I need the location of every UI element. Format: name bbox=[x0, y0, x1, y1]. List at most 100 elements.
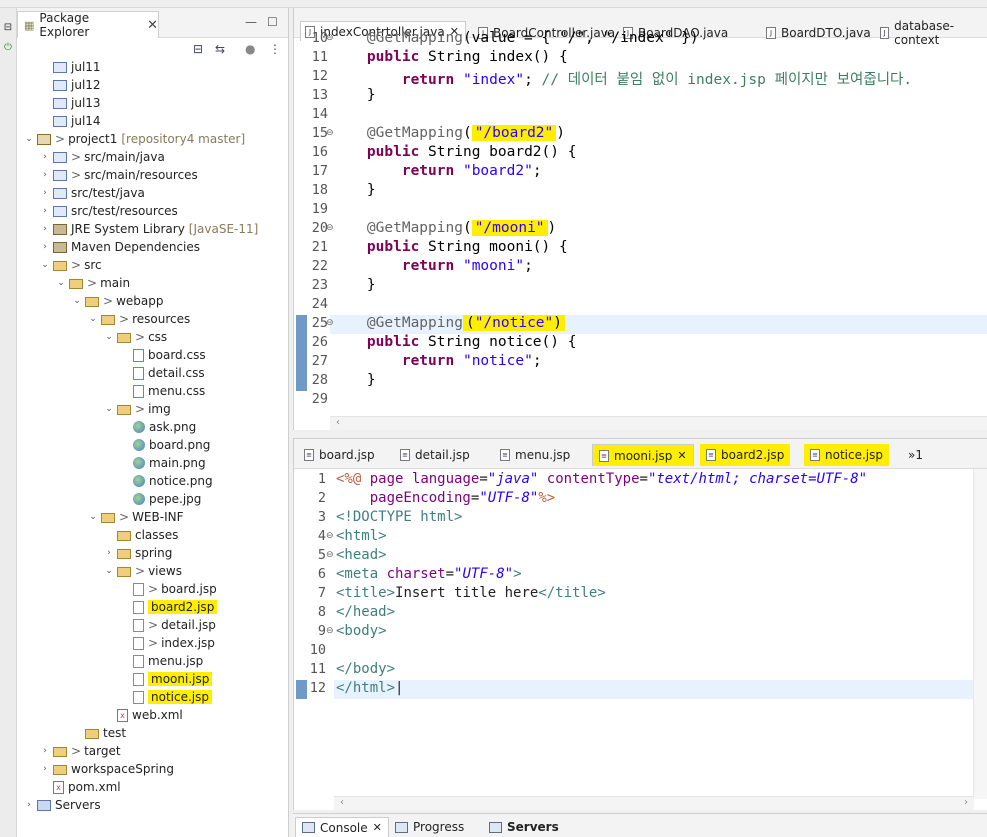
scroll-left-icon[interactable]: ‹ bbox=[336, 417, 340, 428]
tree-item[interactable]: ⌄ > views bbox=[103, 562, 182, 580]
tree-item[interactable]: menu.jsp bbox=[119, 652, 203, 670]
tree-item[interactable]: ⌄ > project1 [repository4 master] bbox=[23, 130, 245, 148]
tree-item[interactable]: › > src/main/java bbox=[39, 148, 165, 166]
expand-down-icon[interactable]: ⌄ bbox=[55, 278, 67, 288]
tree-item[interactable]: › src/test/resources bbox=[39, 202, 178, 220]
jsp-editor-tab[interactable]: ≡ board2.jsp bbox=[700, 444, 791, 466]
expand-right-icon[interactable]: › bbox=[39, 188, 51, 198]
tree-item[interactable]: main.png bbox=[119, 454, 206, 472]
editor-tab[interactable]: J BoardDTO.java bbox=[762, 24, 871, 42]
jsp-vertical-scrollbar[interactable] bbox=[973, 469, 987, 799]
editor-horizontal-scrollbar[interactable]: ‹ bbox=[330, 416, 987, 430]
tree-item[interactable]: › src/test/java bbox=[39, 184, 145, 202]
view-menu-icon[interactable]: ⋮ bbox=[269, 42, 281, 56]
tree-item[interactable]: > board.jsp bbox=[119, 580, 217, 598]
editor-tab[interactable]: Jdatabase-context bbox=[876, 19, 987, 47]
expand-right-icon[interactable]: › bbox=[39, 746, 51, 756]
tree-item[interactable]: jul11 bbox=[39, 58, 101, 76]
focus-icon[interactable]: ● bbox=[245, 42, 255, 56]
tree-item[interactable]: ⌄ > img bbox=[103, 400, 170, 418]
tree-item[interactable]: ⌄ > main bbox=[55, 274, 130, 292]
tree-item[interactable]: x web.xml bbox=[103, 706, 183, 724]
tree-item[interactable]: board.css bbox=[119, 346, 206, 364]
tree-item-label: notice.png bbox=[149, 474, 213, 488]
tree-item[interactable]: > index.jsp bbox=[119, 634, 215, 652]
tree-item[interactable]: notice.png bbox=[119, 472, 213, 490]
expand-right-icon[interactable]: › bbox=[39, 152, 51, 162]
collapse-all-icon[interactable]: ⊟ bbox=[193, 42, 203, 56]
tree-item[interactable]: ⌄ > resources bbox=[87, 310, 190, 328]
code-line: <%@ page language="java" contentType="te… bbox=[336, 471, 868, 487]
expand-right-icon[interactable]: › bbox=[39, 764, 51, 774]
expand-down-icon[interactable]: ⌄ bbox=[39, 260, 51, 270]
folder-icon bbox=[117, 567, 131, 577]
jsp-horizontal-scrollbar[interactable]: ‹ › bbox=[334, 796, 974, 810]
tree-item[interactable]: test bbox=[71, 724, 126, 742]
close-icon[interactable]: ✕ bbox=[677, 449, 686, 462]
expand-down-icon[interactable]: ⌄ bbox=[87, 512, 99, 522]
tree-item[interactable]: › JRE System Library [JavaSE-11] bbox=[39, 220, 258, 238]
jsp-editor-tab[interactable]: ≡ mooni.jsp ✕ bbox=[592, 444, 694, 466]
expand-down-icon[interactable]: ⌄ bbox=[103, 332, 115, 342]
tree-item[interactable]: ⌄ > WEB-INF bbox=[87, 508, 183, 526]
tree-item[interactable]: › > target bbox=[39, 742, 120, 760]
fold-icon[interactable]: ⊖ bbox=[326, 531, 334, 541]
tree-item[interactable]: > detail.jsp bbox=[119, 616, 216, 634]
maximize-icon[interactable]: ☐ bbox=[267, 15, 278, 29]
tree-item[interactable]: jul13 bbox=[39, 94, 101, 112]
tree-item[interactable]: ask.png bbox=[119, 418, 196, 436]
tree-item[interactable]: › > src/main/resources bbox=[39, 166, 198, 184]
expand-down-icon[interactable]: ⌄ bbox=[23, 134, 35, 144]
expand-right-icon[interactable]: › bbox=[39, 224, 51, 234]
tree-item[interactable]: › Servers bbox=[23, 796, 100, 814]
restore-view-icon[interactable]: ⊟ bbox=[2, 22, 14, 34]
tree-item[interactable]: notice.jsp bbox=[119, 688, 212, 706]
jsp-editor-tab[interactable]: ≡ detail.jsp bbox=[394, 444, 476, 466]
bottom-panel-tab[interactable]: Servers bbox=[483, 817, 565, 837]
package-explorer-tab[interactable]: ▦ Package Explorer ✕ bbox=[17, 11, 159, 39]
tree-item[interactable]: menu.css bbox=[119, 382, 205, 400]
tree-item[interactable]: board.png bbox=[119, 436, 210, 454]
tree-item[interactable]: board2.jsp bbox=[119, 598, 218, 616]
tree-item[interactable]: ⌄ > src bbox=[39, 256, 101, 274]
scroll-right-icon[interactable]: › bbox=[964, 797, 968, 808]
bottom-panel-tab[interactable]: Progress bbox=[389, 817, 470, 837]
tree-item[interactable]: mooni.jsp bbox=[119, 670, 213, 688]
tree-item[interactable]: jul12 bbox=[39, 76, 101, 94]
fold-icon[interactable]: ⊖ bbox=[326, 626, 334, 636]
scroll-left-icon[interactable]: ‹ bbox=[340, 797, 344, 808]
link-with-editor-icon[interactable]: ⇆ bbox=[215, 42, 225, 56]
expand-right-icon[interactable]: › bbox=[23, 800, 35, 810]
tree-item[interactable]: jul14 bbox=[39, 112, 101, 130]
tree-item-label: pom.xml bbox=[68, 780, 121, 794]
tree-item[interactable]: pepe.jpg bbox=[119, 490, 201, 508]
minimize-icon[interactable]: — bbox=[245, 15, 257, 29]
expand-right-icon[interactable]: › bbox=[39, 170, 51, 180]
tree-item[interactable]: ⌄ > css bbox=[103, 328, 167, 346]
tree-item[interactable]: classes bbox=[103, 526, 178, 544]
jsp-editor-tab[interactable]: ≡ board.jsp bbox=[298, 444, 381, 466]
expand-down-icon[interactable]: ⌄ bbox=[103, 566, 115, 576]
tree-item[interactable]: › spring bbox=[103, 544, 172, 562]
run-icon[interactable]: ⏻ bbox=[2, 42, 14, 54]
expand-right-icon[interactable]: › bbox=[103, 548, 115, 558]
expand-down-icon[interactable]: ⌄ bbox=[87, 314, 99, 324]
jsp-file-icon bbox=[133, 600, 144, 614]
expand-down-icon[interactable]: ⌄ bbox=[103, 404, 115, 414]
tab-overflow-button[interactable]: »1 bbox=[902, 444, 929, 466]
tree-item[interactable]: ⌄ > webapp bbox=[71, 292, 163, 310]
bottom-panel-tab[interactable]: Console ✕ bbox=[295, 817, 389, 837]
code-line: <meta charset="UTF-8"> bbox=[336, 566, 522, 582]
close-icon[interactable]: ✕ bbox=[147, 18, 158, 33]
expand-down-icon[interactable]: ⌄ bbox=[71, 296, 83, 306]
tree-item[interactable]: x pom.xml bbox=[39, 778, 121, 796]
tree-item[interactable]: › Maven Dependencies bbox=[39, 238, 200, 256]
expand-right-icon[interactable]: › bbox=[39, 206, 51, 216]
jsp-editor-tab[interactable]: ≡ notice.jsp bbox=[804, 444, 889, 466]
jsp-editor-tab[interactable]: ≡ menu.jsp bbox=[494, 444, 576, 466]
tree-item[interactable]: › workspaceSpring bbox=[39, 760, 174, 778]
tree-item[interactable]: detail.css bbox=[119, 364, 205, 382]
expand-right-icon[interactable]: › bbox=[39, 242, 51, 252]
close-icon[interactable]: ✕ bbox=[373, 821, 382, 834]
fold-icon[interactable]: ⊖ bbox=[326, 550, 334, 560]
